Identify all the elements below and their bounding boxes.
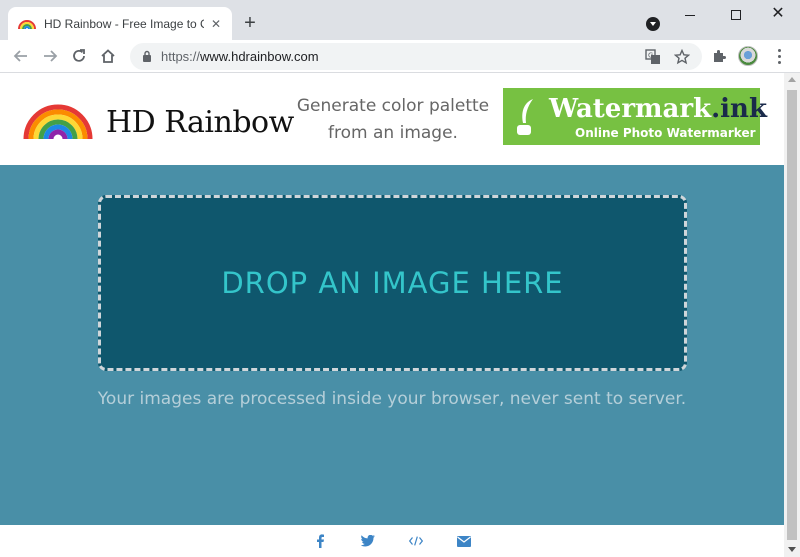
- tab-strip: HD Rainbow - Free Image to Color Palette…: [0, 0, 800, 40]
- window-close-button[interactable]: ✕: [763, 6, 793, 22]
- ad-title: Watermark.ink: [549, 94, 767, 124]
- profile-avatar[interactable]: [738, 46, 758, 66]
- site-logo-text[interactable]: HD Rainbow: [106, 105, 294, 140]
- url-text[interactable]: https://www.hdrainbow.com: [161, 49, 319, 64]
- address-bar[interactable]: https://www.hdrainbow.com G: [130, 43, 702, 70]
- page-scrollbar[interactable]: [784, 73, 800, 557]
- tab-title: HD Rainbow - Free Image to Color Palette: [44, 16, 204, 31]
- translate-icon[interactable]: G: [643, 47, 663, 67]
- ad-subtitle: Online Photo Watermarker: [575, 126, 756, 140]
- reload-icon[interactable]: [67, 44, 91, 68]
- image-dropzone[interactable]: DROP AN IMAGE HERE: [98, 195, 687, 371]
- twitter-icon[interactable]: [361, 534, 375, 548]
- new-tab-button[interactable]: +: [240, 13, 260, 33]
- facebook-icon[interactable]: [313, 534, 327, 548]
- close-tab-icon[interactable]: ✕: [208, 16, 224, 32]
- browser-toolbar: https://www.hdrainbow.com G: [0, 40, 800, 72]
- scroll-down-arrow-icon[interactable]: [788, 547, 796, 552]
- back-arrow-icon[interactable]: [9, 44, 33, 68]
- drop-label: DROP AN IMAGE HERE: [221, 266, 564, 300]
- watermark-ad-banner[interactable]: Watermark.ink Online Photo Watermarker: [503, 88, 767, 145]
- tab-search-icon[interactable]: [646, 17, 660, 31]
- rainbow-icon: [18, 19, 36, 29]
- code-icon[interactable]: [409, 534, 423, 548]
- envelope-icon[interactable]: [457, 534, 471, 548]
- lock-icon: [143, 50, 151, 62]
- svg-text:G: G: [648, 52, 653, 60]
- minimize-button[interactable]: [675, 6, 705, 22]
- quill-inkwell-icon: [517, 99, 533, 135]
- site-header: HD Rainbow Generate color palette from a…: [0, 73, 784, 165]
- maximize-button[interactable]: [721, 6, 751, 22]
- main-area: DROP AN IMAGE HERE Your images are proce…: [0, 165, 784, 525]
- puzzle-icon[interactable]: [709, 46, 729, 66]
- privacy-note: Your images are processed inside your br…: [97, 389, 687, 409]
- rainbow-logo-icon[interactable]: [22, 101, 94, 141]
- browser-tab[interactable]: HD Rainbow - Free Image to Color Palette…: [8, 7, 232, 40]
- menu-dots-icon[interactable]: [772, 46, 786, 66]
- site-tagline: Generate color palette from an image.: [296, 96, 490, 143]
- scrollbar-thumb[interactable]: [787, 90, 797, 540]
- site-footer: [0, 525, 784, 557]
- page-viewport: HD Rainbow Generate color palette from a…: [0, 73, 784, 557]
- star-icon[interactable]: [672, 47, 692, 67]
- forward-arrow-icon[interactable]: [38, 44, 62, 68]
- home-icon[interactable]: [96, 44, 120, 68]
- scroll-up-arrow-icon[interactable]: [788, 77, 796, 82]
